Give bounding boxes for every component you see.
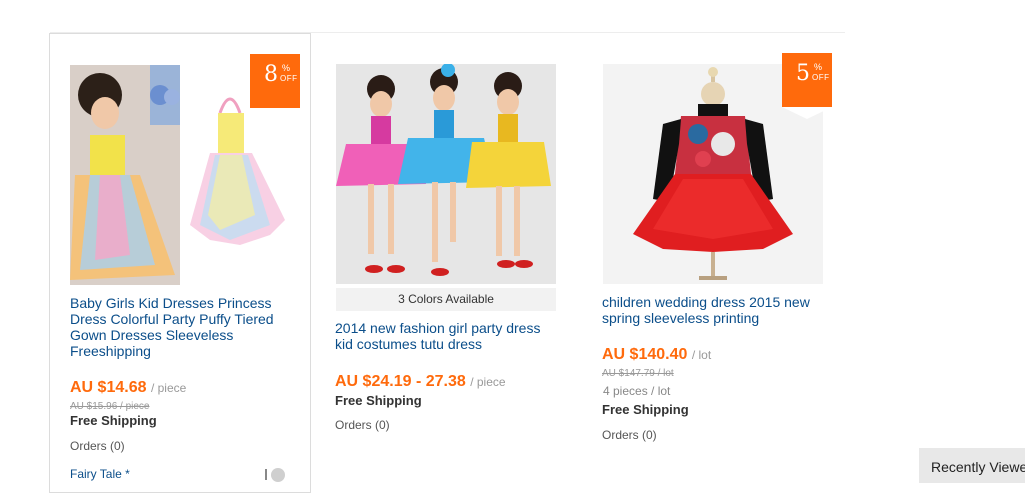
original-price: AU $147.79 / lot: [602, 368, 674, 379]
discount-percent-sign: %: [282, 63, 291, 73]
price-value: AU $14.68: [70, 379, 147, 396]
free-shipping-label: Free Shipping: [602, 402, 689, 417]
product-title-link[interactable]: 2014 new fashion girl party dress kid co…: [335, 320, 557, 352]
product-title-link[interactable]: Baby Girls Kid Dresses Princess Dress Co…: [70, 295, 292, 359]
discount-off-label: OFF: [812, 73, 830, 82]
store-chat-icon[interactable]: [271, 468, 285, 482]
free-shipping-label: Free Shipping: [335, 393, 422, 408]
discount-badge: 8 % OFF: [250, 54, 300, 120]
product-title-link[interactable]: children wedding dress 2015 new spring s…: [602, 294, 824, 326]
separator-bar: [265, 469, 267, 480]
price-unit: / lot: [691, 348, 712, 362]
product-card[interactable]: 3 Colors Available 2014 new fashion girl…: [315, 33, 577, 493]
lot-quantity: 4 pieces / lot: [603, 384, 671, 398]
discount-value: 5: [796, 61, 810, 86]
discount-value: 8: [264, 62, 278, 87]
product-card[interactable]: 8 % OFF Baby Girls Kid Dresses Princess …: [49, 33, 311, 493]
product-price: AU $24.19 - 27.38 / piece: [335, 373, 506, 391]
original-price: AU $15.96 / piece: [70, 401, 150, 412]
store-name-link[interactable]: Fairy Tale *: [70, 467, 130, 481]
discount-percent-sign: %: [814, 62, 823, 72]
orders-count-link[interactable]: Orders (0): [335, 418, 390, 432]
orders-count-link[interactable]: Orders (0): [70, 439, 125, 453]
store-tools: [265, 468, 295, 482]
colors-available-note: 3 Colors Available: [336, 288, 556, 311]
recently-viewed-button[interactable]: Recently Viewed: [919, 448, 1025, 483]
discount-badge: 5 % OFF: [782, 53, 832, 119]
price-value: AU $24.19 - 27.38: [335, 373, 466, 390]
price-unit: / piece: [150, 381, 187, 395]
discount-off-label: OFF: [280, 74, 298, 83]
price-value: AU $140.40: [602, 346, 688, 363]
product-price: AU $14.68 / piece: [70, 379, 186, 397]
orders-count-link[interactable]: Orders (0): [602, 428, 657, 442]
free-shipping-label: Free Shipping: [70, 413, 157, 428]
product-photo-three-girls-tutu: [336, 64, 556, 284]
product-card[interactable]: 5 % OFF children wedding dress 2015 new …: [582, 33, 844, 493]
price-unit: / piece: [470, 375, 506, 389]
product-image[interactable]: [336, 64, 556, 284]
product-price: AU $140.40 / lot: [602, 346, 711, 364]
